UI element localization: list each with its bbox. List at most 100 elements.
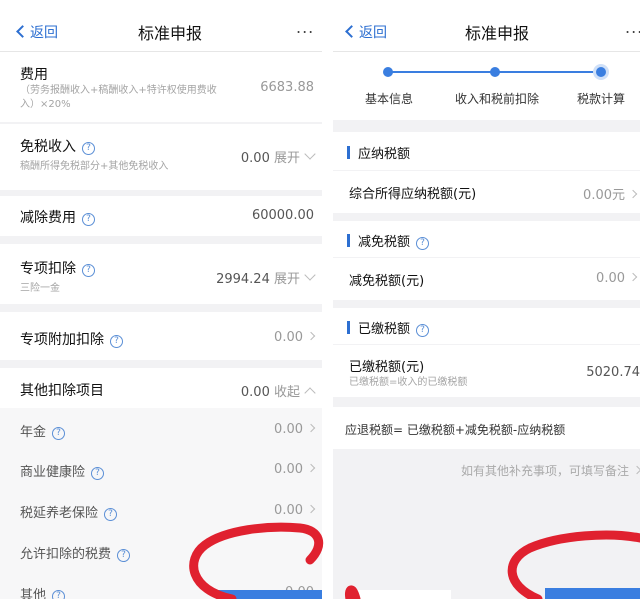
step-dot — [490, 67, 500, 77]
help-icon[interactable]: ? — [110, 335, 123, 348]
special-add-value: 0.00 — [274, 330, 303, 345]
chevron-right-icon — [306, 463, 316, 473]
fee-value: 6683.88 — [260, 80, 314, 95]
special-sub: 三险一金 — [20, 283, 60, 294]
more-button[interactable]: ... — [625, 18, 640, 37]
payable-header: 应纳税额 — [333, 132, 640, 170]
other-items: 年金? 0.00 商业健康险? 0.00 税延养老保险? 0.00 允许扣除的税… — [0, 408, 322, 599]
section-marker — [347, 146, 350, 159]
submit-button[interactable] — [218, 590, 322, 599]
chevron-right-icon — [632, 465, 640, 475]
other-collapse[interactable]: 收起 — [274, 385, 300, 400]
pension-value[interactable]: 0.00 — [274, 422, 303, 437]
help-icon[interactable]: ? — [82, 264, 95, 277]
step-dot — [383, 67, 393, 77]
special-add-label: 专项附加扣除 — [20, 332, 104, 348]
fee-formula-line2: 入）×20% — [20, 99, 71, 110]
fee-label: 费用 — [20, 67, 48, 83]
section-marker — [347, 234, 350, 247]
payable-label: 综合所得应纳税额(元) — [349, 187, 477, 202]
nav-bar: 返回 标准申报 ... — [0, 0, 322, 52]
special-add-row[interactable]: 专项附加扣除? 0.00 — [0, 312, 322, 360]
taxfree-row[interactable]: 免税收入? 稿酬所得免税部分+其他免税收入 0.00 展开 — [0, 124, 322, 190]
chevron-right-icon — [628, 189, 638, 199]
left-screen: 返回 标准申报 ... 费用 （劳务报酬收入+稿酬收入+特许权使用费收 入）×2… — [0, 0, 322, 599]
chevron-right-icon — [628, 272, 638, 282]
progress-steps: 基本信息 收入和税前扣除 税款计算 — [333, 52, 640, 120]
chevron-down-icon — [304, 148, 316, 160]
step-label-tax: 税款计算 — [577, 92, 626, 106]
remark-hint[interactable]: 如有其他补充事项，可填写备注 — [461, 462, 640, 479]
fee-row: 费用 （劳务报酬收入+稿酬收入+特许权使用费收 入）×20% 6683.88 — [0, 52, 322, 122]
step-label-income: 收入和税前扣除 — [455, 92, 540, 106]
taxfree-expand[interactable]: 展开 — [274, 151, 300, 166]
deduct-fee-value: 60000.00 — [251, 208, 314, 223]
step-label-basic: 基本信息 — [365, 92, 414, 106]
step-dot-active — [593, 64, 609, 80]
page-title: 标准申报 — [138, 24, 203, 43]
deduct-fee-row: 减除费用? 60000.00 — [0, 196, 322, 236]
paid-header-text: 已缴税额 — [358, 322, 411, 337]
relief-label: 减免税额(元) — [349, 274, 425, 289]
button-left[interactable] — [351, 590, 451, 599]
relief-value: 0.00 — [596, 271, 625, 286]
other-row[interactable]: 其他扣除项目 0.00 收起 — [0, 368, 322, 408]
taxfree-label: 免税收入 — [20, 139, 76, 155]
paid-label: 已缴税额(元) — [349, 360, 425, 375]
refund-formula: 应退税额= 已缴税额+减免税额-应纳税额 — [345, 423, 566, 437]
more-button[interactable]: ... — [296, 18, 314, 37]
help-icon[interactable]: ? — [416, 237, 430, 250]
special-value: 2994.24 — [216, 272, 270, 287]
right-screen: 返回 标准申报 ... 基本信息 收入和税前扣除 税款计算 应纳税额 综合所得应… — [333, 0, 640, 599]
taxfree-value: 0.00 — [240, 151, 270, 166]
help-icon[interactable]: ? — [82, 213, 95, 226]
special-label: 专项扣除 — [20, 261, 76, 277]
other-label: 其他扣除项目 — [20, 383, 104, 399]
special-row[interactable]: 专项扣除? 三险一金 2994.24 展开 — [0, 244, 322, 304]
chevron-down-icon — [304, 269, 316, 281]
deduct-fee-label: 减除费用 — [20, 210, 76, 226]
deferred-pension-value[interactable]: 0.00 — [274, 503, 303, 518]
help-icon[interactable]: ? — [82, 142, 95, 155]
relief-header-text: 减免税额 — [358, 235, 411, 250]
health-insurance-label: 商业健康险 — [20, 465, 86, 480]
chevron-right-icon — [306, 504, 316, 514]
health-insurance-value[interactable]: 0.00 — [274, 462, 303, 477]
other-value: 0.00 — [240, 385, 270, 400]
payable-value: 0.00元 — [583, 188, 625, 203]
nav-bar: 返回 标准申报 ... — [333, 0, 640, 52]
help-icon[interactable]: ? — [416, 324, 430, 337]
help-icon[interactable]: ? — [104, 508, 118, 521]
other-item-label: 其他 — [20, 588, 47, 599]
formula-row: 应退税额= 已缴税额+减免税额-应纳税额 — [333, 407, 640, 449]
payable-header-text: 应纳税额 — [358, 147, 411, 162]
divider — [322, 0, 333, 599]
payable-row: 综合所得应纳税额(元) 0.00元 — [333, 171, 640, 213]
special-expand[interactable]: 展开 — [274, 272, 300, 287]
paid-header: 已缴税额? — [333, 308, 640, 344]
allowed-tax-label: 允许扣除的税费 — [20, 547, 112, 562]
page-title: 标准申报 — [465, 24, 530, 43]
back-button[interactable]: 返回 — [16, 22, 58, 42]
deferred-pension-label: 税延养老保险 — [20, 506, 99, 521]
chevron-right-icon — [306, 423, 316, 433]
back-button[interactable]: 返回 — [345, 22, 387, 42]
pension-label: 年金 — [20, 425, 47, 440]
help-icon[interactable]: ? — [52, 427, 66, 440]
chevron-left-icon — [16, 25, 29, 38]
chevron-right-icon — [306, 331, 316, 341]
relief-header: 减免税额? — [333, 221, 640, 257]
help-icon[interactable]: ? — [117, 549, 131, 562]
submit-button[interactable] — [545, 588, 640, 599]
help-icon[interactable]: ? — [52, 590, 66, 599]
chevron-up-icon — [304, 387, 316, 399]
taxfree-sub: 稿酬所得免税部分+其他免税收入 — [20, 161, 169, 172]
help-icon[interactable]: ? — [91, 467, 105, 480]
paid-row: 已缴税额(元) 已缴税额=收入的已缴税额 5020.74 — [333, 345, 640, 397]
relief-row[interactable]: 减免税额(元) 0.00 — [333, 258, 640, 300]
paid-sub: 已缴税额=收入的已缴税额 — [349, 377, 468, 388]
section-marker — [347, 321, 350, 334]
paid-value: 5020.74 — [586, 365, 640, 380]
fee-formula-line1: （劳务报酬收入+稿酬收入+特许权使用费收 — [20, 85, 217, 96]
chevron-left-icon — [345, 25, 358, 38]
